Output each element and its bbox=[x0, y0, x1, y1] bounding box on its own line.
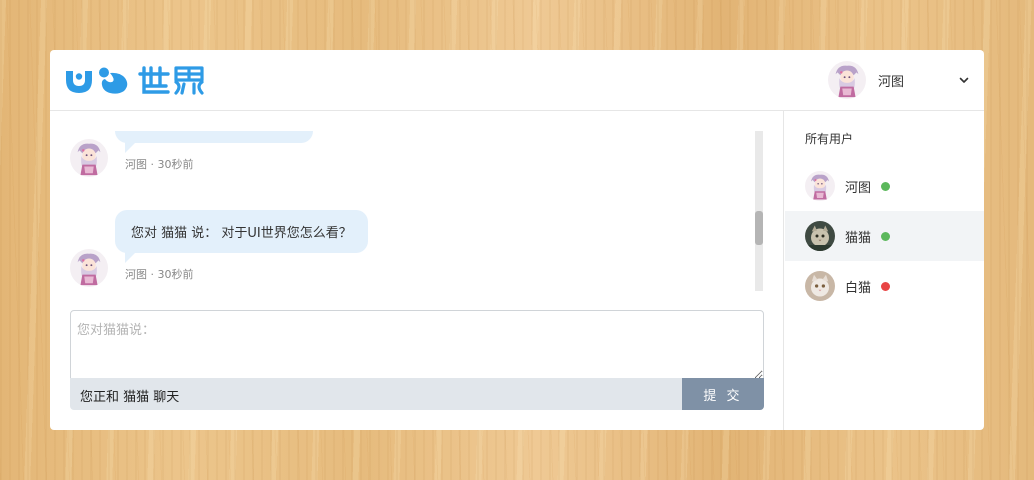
composer-bar: 您正和 猫猫 聊天 提 交 bbox=[70, 378, 764, 410]
user-item-baimao[interactable]: 白猫 bbox=[785, 261, 984, 311]
message-composer: 您正和 猫猫 聊天 提 交 bbox=[70, 310, 764, 410]
user-sidebar: 所有用户 河图 猫猫 白猫 bbox=[785, 111, 984, 430]
message-item: 您对 猫猫 说： 对于UI世界您怎么看？ 河图 · 30秒前 bbox=[70, 188, 730, 268]
top-header: 河图 bbox=[50, 50, 984, 111]
user-name: 猫猫 bbox=[845, 230, 872, 246]
scrollbar-thumb[interactable] bbox=[755, 211, 763, 245]
chat-app-window: 河图 河图 · 30秒前 您对 猫猫 说： 对于UI世界您怎么看？ 河图 · 3… bbox=[50, 50, 984, 430]
user-item-hetu[interactable]: 河图 bbox=[785, 161, 984, 211]
user-avatar bbox=[805, 271, 835, 301]
message-avatar bbox=[70, 139, 108, 177]
message-meta: 河图 · 30秒前 bbox=[125, 158, 194, 171]
offline-status-dot bbox=[881, 281, 891, 291]
user-avatar bbox=[805, 171, 835, 201]
message-scrollbar[interactable] bbox=[755, 131, 763, 291]
message-bubble: 您对 猫猫 说： 对于UI世界您怎么看？ bbox=[115, 210, 368, 263]
message-item: 河图 · 30秒前 bbox=[70, 131, 730, 179]
user-list: 河图 猫猫 白猫 bbox=[785, 161, 984, 311]
brand-logo[interactable] bbox=[64, 63, 210, 95]
current-user-menu[interactable]: 河图 bbox=[828, 60, 970, 100]
current-user-name: 河图 bbox=[878, 74, 905, 90]
logo-icon bbox=[66, 66, 204, 95]
sidebar-title: 所有用户 bbox=[805, 132, 854, 146]
user-item-maomao[interactable]: 猫猫 bbox=[785, 211, 984, 261]
online-status-dot bbox=[881, 231, 891, 241]
online-status-dot bbox=[881, 181, 891, 191]
user-avatar bbox=[805, 221, 835, 251]
chat-panel: 河图 · 30秒前 您对 猫猫 说： 对于UI世界您怎么看？ 河图 · 30秒前… bbox=[50, 111, 784, 430]
message-avatar bbox=[70, 249, 108, 287]
chat-status-text: 您正和 猫猫 聊天 bbox=[80, 390, 180, 405]
user-name: 河图 bbox=[845, 180, 872, 196]
chevron-down-icon[interactable] bbox=[958, 74, 970, 86]
current-user-avatar bbox=[828, 61, 866, 99]
user-name: 白猫 bbox=[845, 280, 872, 296]
submit-button[interactable]: 提 交 bbox=[682, 378, 764, 410]
message-meta: 河图 · 30秒前 bbox=[125, 268, 194, 281]
message-bubble bbox=[115, 131, 313, 153]
message-list[interactable]: 河图 · 30秒前 您对 猫猫 说： 对于UI世界您怎么看？ 河图 · 30秒前 bbox=[70, 131, 764, 291]
message-input[interactable] bbox=[70, 310, 764, 380]
